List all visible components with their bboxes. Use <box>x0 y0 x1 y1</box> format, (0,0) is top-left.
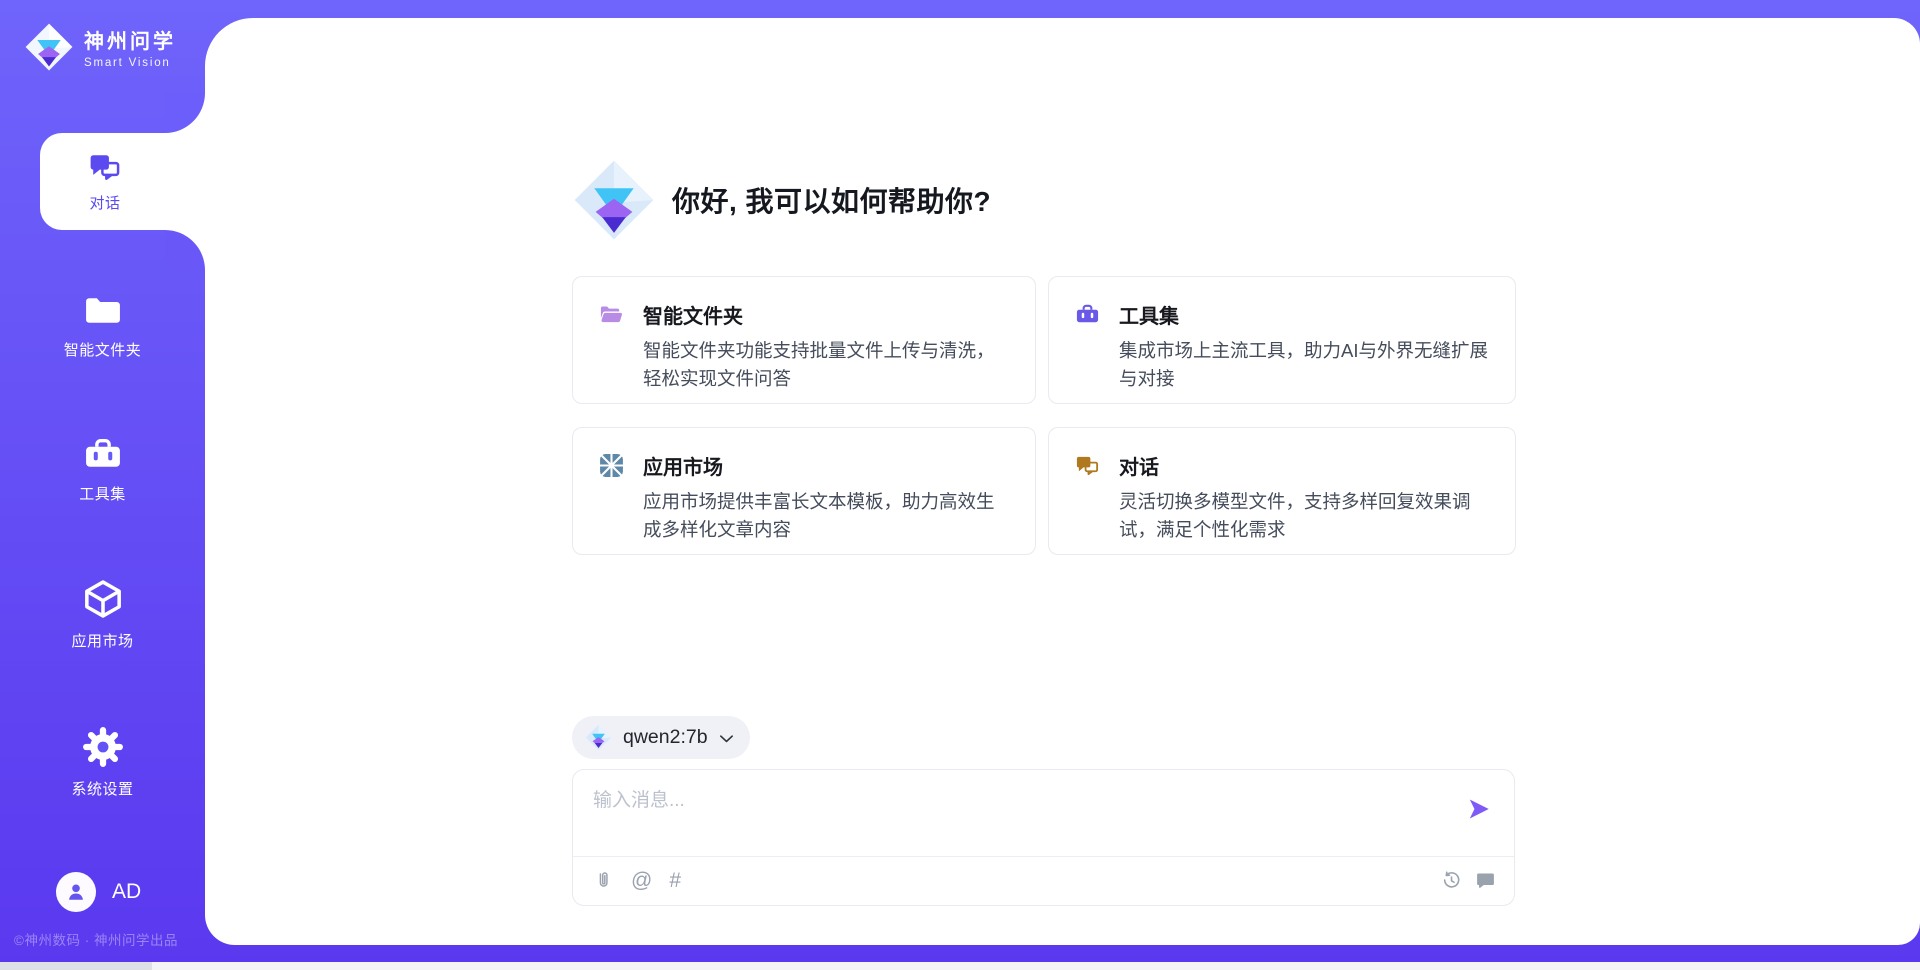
chevron-down-icon <box>719 732 734 744</box>
brand-subtitle: Smart Vision <box>84 57 176 69</box>
card-description: 应用市场提供丰富长文本模板，助力高效生成多样化文章内容 <box>643 488 1011 543</box>
gem-logo-icon <box>585 724 612 751</box>
user-profile[interactable]: AD <box>56 872 141 912</box>
composer-divider <box>573 856 1514 857</box>
sidebar-item-market[interactable]: 应用市场 <box>0 578 205 651</box>
folder-open-icon <box>599 302 624 327</box>
message-input[interactable] <box>593 785 1453 847</box>
horizontal-scrollbar <box>0 962 1920 970</box>
sidebar-item-label: 应用市场 <box>71 630 133 651</box>
message-composer: @ # <box>572 769 1515 906</box>
sidebar-item-settings[interactable]: 系统设置 <box>0 726 205 799</box>
sidebar-item-tools[interactable]: 工具集 <box>0 436 205 504</box>
sidebar-item-chat[interactable]: 对话 <box>40 133 210 230</box>
card-title: 工具集 <box>1119 300 1179 329</box>
avatar <box>56 872 96 912</box>
model-name: qwen2:7b <box>623 726 708 749</box>
clock-history-icon[interactable] <box>1441 870 1462 891</box>
folder-icon <box>83 292 123 329</box>
model-selector[interactable]: qwen2:7b <box>572 716 750 759</box>
brand-name: 神州问学 <box>84 25 176 54</box>
person-icon <box>63 879 89 905</box>
copyright-footer: ©神州数码 · 神州问学出品 <box>14 929 178 949</box>
main-panel: 你好, 我可以如何帮助你? 智能文件夹 智能文件夹功能支持批量文件上传与清洗，轻… <box>205 18 1920 945</box>
card-chat[interactable]: 对话 灵活切换多模型文件，支持多样回复效果调试，满足个性化需求 <box>1048 427 1516 555</box>
chat-bubbles-icon <box>1075 453 1100 478</box>
card-title: 应用市场 <box>643 451 723 480</box>
message-square-icon[interactable] <box>1475 870 1496 891</box>
send-arrow-icon[interactable] <box>1466 796 1492 822</box>
briefcase-icon <box>1075 302 1100 327</box>
chat-bubbles-icon <box>88 151 122 183</box>
card-description: 集成市场上主流工具，助力AI与外界无缝扩展与对接 <box>1119 337 1491 392</box>
paperclip-icon[interactable] <box>593 870 614 891</box>
card-toolset[interactable]: 工具集 集成市场上主流工具，助力AI与外界无缝扩展与对接 <box>1048 276 1516 404</box>
card-app-market[interactable]: 应用市场 应用市场提供丰富长文本模板，助力高效生成多样化文章内容 <box>572 427 1036 555</box>
gem-logo-icon <box>572 158 656 242</box>
brand: 神州问学 Smart Vision <box>24 22 176 72</box>
tab-fillet-top <box>165 93 205 133</box>
tab-fillet-bottom <box>165 230 205 270</box>
cube-icon <box>82 578 124 620</box>
card-description: 灵活切换多模型文件，支持多样回复效果调试，满足个性化需求 <box>1119 488 1491 543</box>
gear-icon <box>82 726 124 768</box>
feature-cards: 智能文件夹 智能文件夹功能支持批量文件上传与清洗，轻松实现文件问答 工具集 集成… <box>572 276 1516 555</box>
hash-icon[interactable]: # <box>669 870 681 891</box>
sidebar-item-label: 智能文件夹 <box>64 339 142 360</box>
grid-icon <box>599 453 624 478</box>
gem-logo-icon <box>24 22 74 72</box>
sidebar-item-folders[interactable]: 智能文件夹 <box>0 292 205 360</box>
card-title: 智能文件夹 <box>643 300 743 329</box>
mention-icon[interactable]: @ <box>631 870 652 891</box>
card-smart-folders[interactable]: 智能文件夹 智能文件夹功能支持批量文件上传与清洗，轻松实现文件问答 <box>572 276 1036 404</box>
greeting: 你好, 我可以如何帮助你? <box>572 158 991 242</box>
card-description: 智能文件夹功能支持批量文件上传与清洗，轻松实现文件问答 <box>643 337 1011 392</box>
greeting-title: 你好, 我可以如何帮助你? <box>672 180 991 220</box>
sidebar-item-label: 工具集 <box>79 483 126 504</box>
briefcase-icon <box>83 436 123 473</box>
scrollbar-thumb[interactable] <box>0 962 152 970</box>
sidebar-item-label: 对话 <box>89 192 120 213</box>
sidebar-item-label: 系统设置 <box>71 778 133 799</box>
user-initials: AD <box>112 880 141 904</box>
card-title: 对话 <box>1119 451 1159 480</box>
